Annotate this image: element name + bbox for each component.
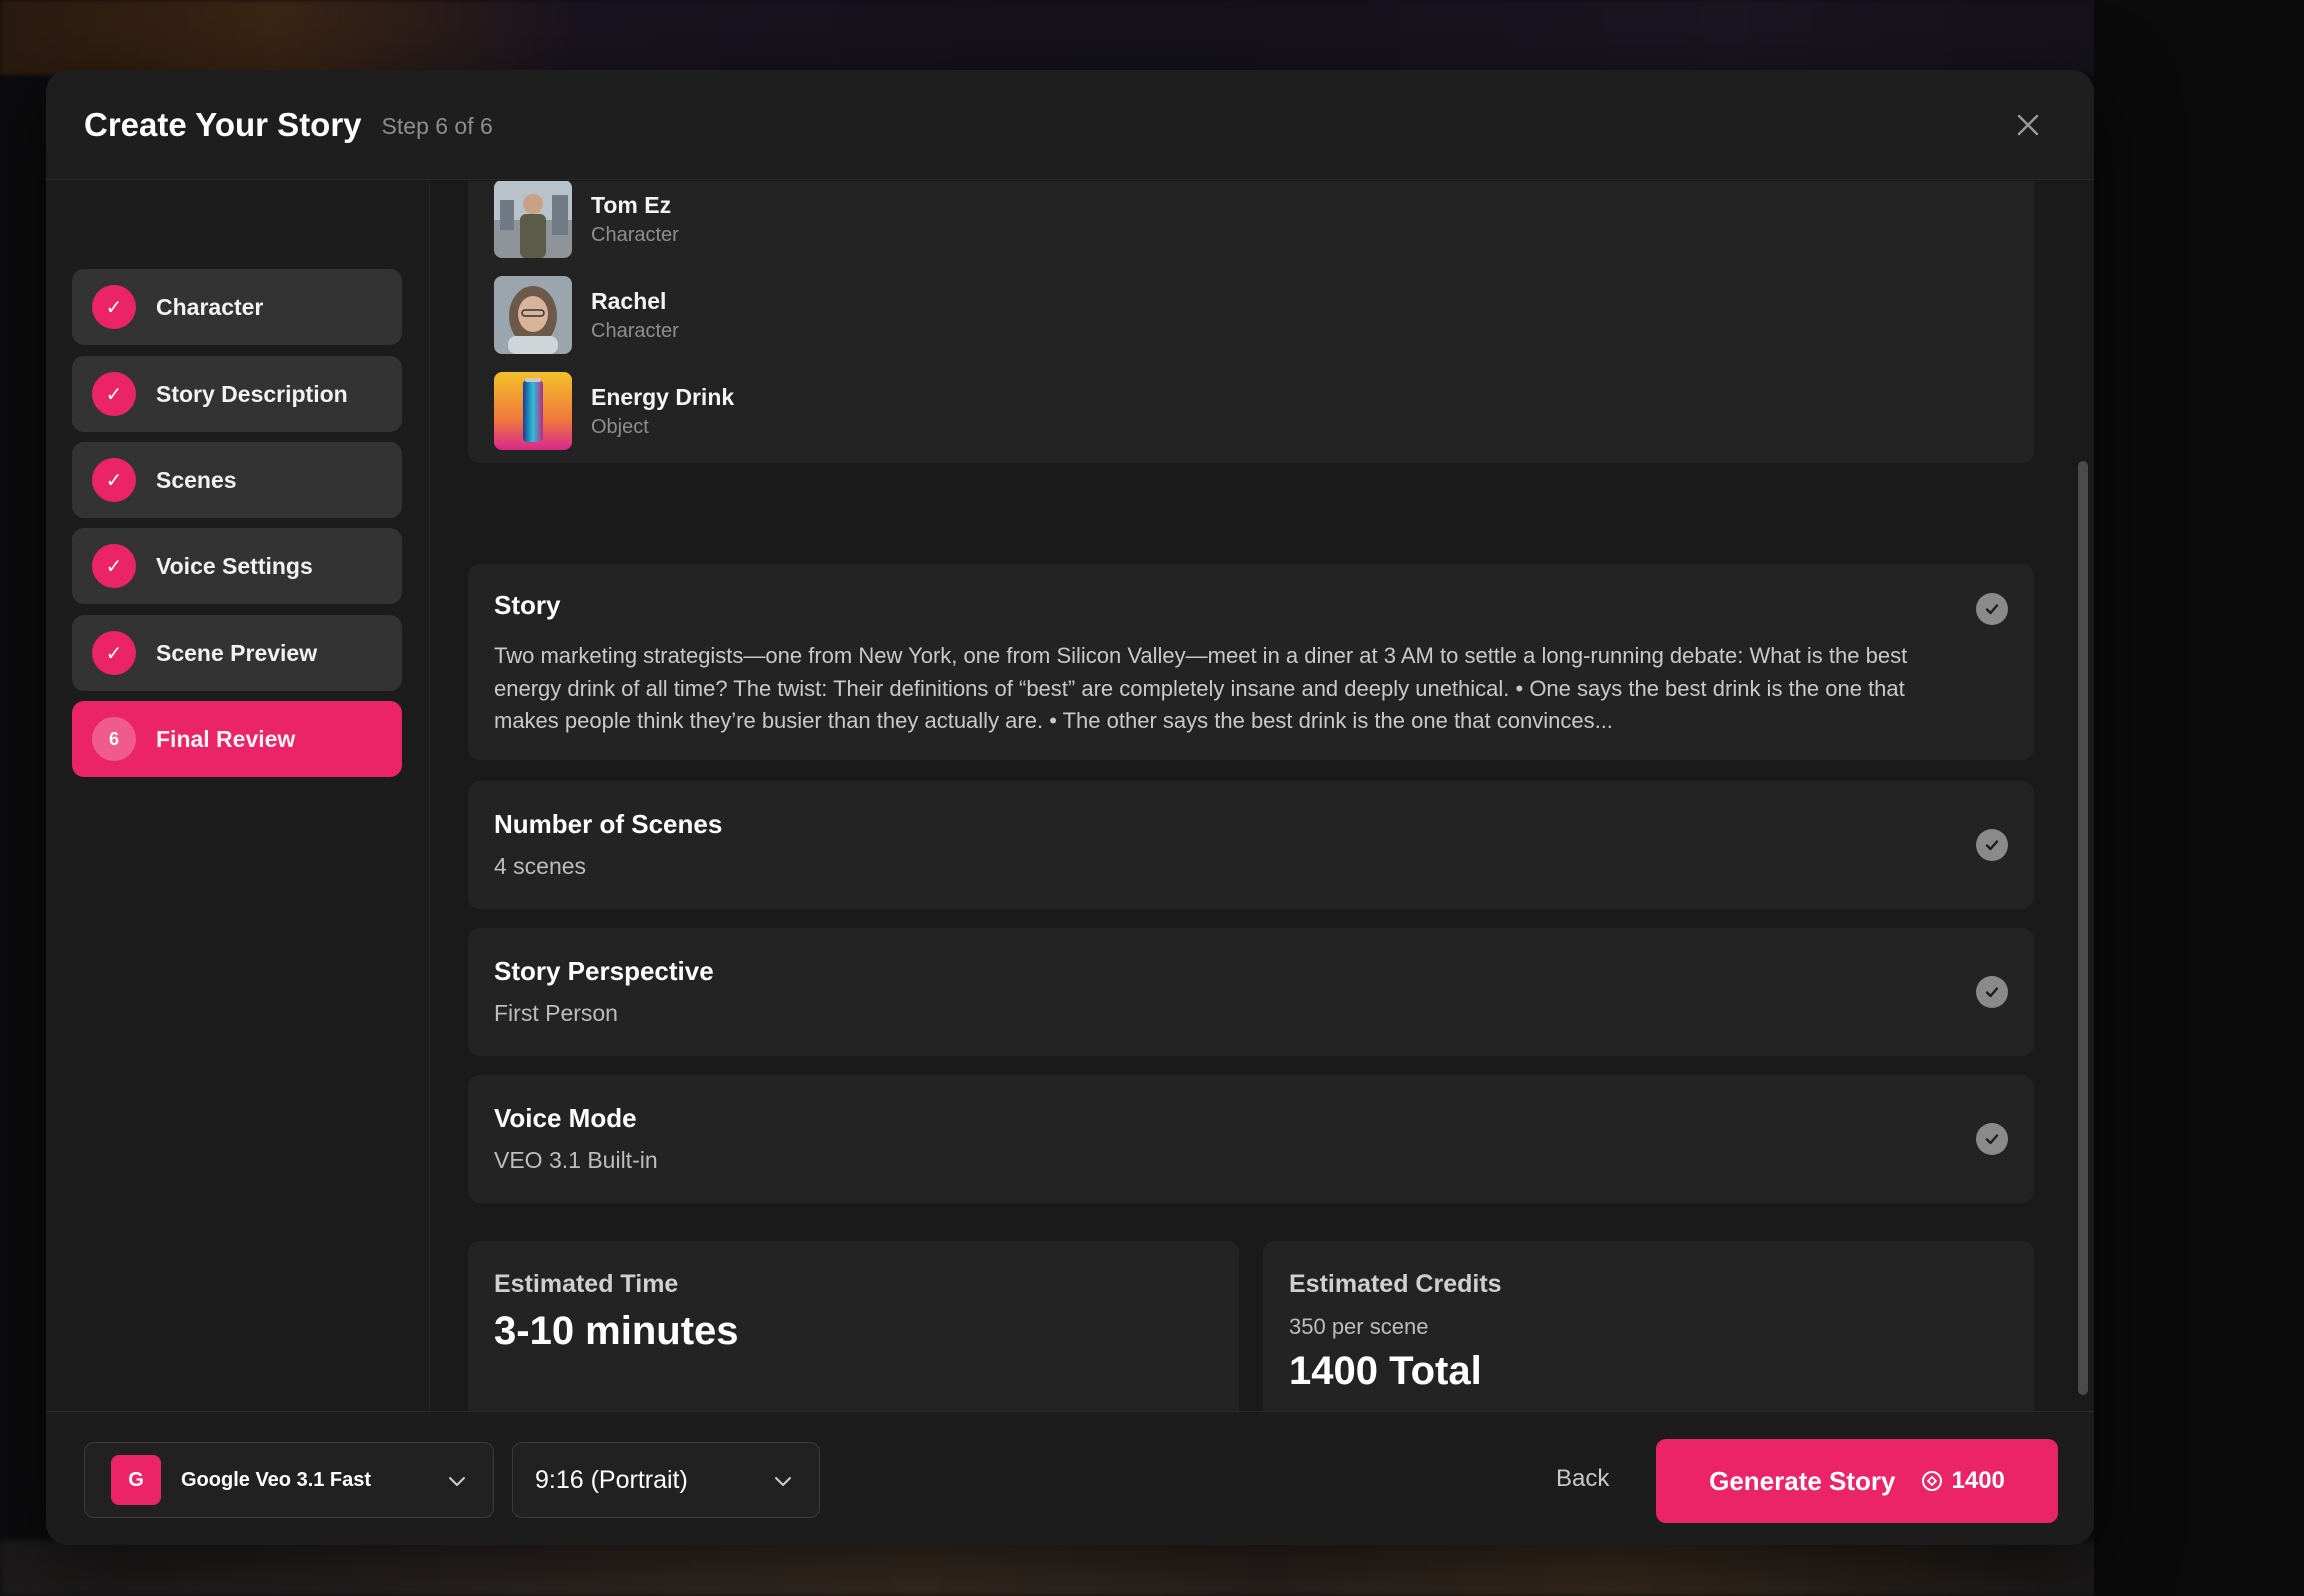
credits-per-scene: 350 per scene (1289, 1314, 1429, 1339)
check-icon (1976, 976, 2008, 1008)
sidebar-item-character[interactable]: ✓ Character (72, 269, 402, 345)
generate-story-button[interactable]: Generate Story 1400 (1656, 1439, 2058, 1523)
perspective-card: Story Perspective First Person (468, 928, 2034, 1056)
model-select[interactable]: G Google Veo 3.1 Fast (84, 1442, 494, 1518)
sidebar-item-label: Scene Preview (156, 639, 318, 666)
credits-total: 1400 Total (1289, 1349, 1482, 1393)
modal-header: Create Your Story Step 6 of 6 (46, 70, 2094, 180)
model-label: Google Veo 3.1 Fast (181, 1468, 372, 1491)
check-icon: ✓ (92, 631, 136, 675)
scenes-value: 4 scenes (494, 853, 587, 879)
review-content[interactable]: Tom Ez Character Rachel Character Energy… (431, 181, 2094, 1411)
sidebar-item-scene-preview[interactable]: ✓ Scene Preview (72, 615, 402, 691)
sidebar-item-label: Final Review (156, 725, 296, 752)
asset-item: Rachel Character (494, 276, 679, 354)
step-indicator: Step 6 of 6 (381, 112, 493, 139)
product-thumbnail (494, 372, 572, 450)
check-icon: ✓ (92, 285, 136, 329)
credit-cost: 1400 (1920, 1467, 2005, 1495)
story-text: Two marketing strategists—one from New Y… (494, 643, 1908, 733)
sidebar-item-label: Story Description (156, 380, 348, 407)
close-icon (2017, 114, 2039, 136)
check-icon: ✓ (92, 372, 136, 416)
generate-label: Generate Story (1709, 1465, 1896, 1496)
story-card: Story Two marketing strategists—one from… (468, 564, 2034, 760)
sidebar-item-label: Scenes (156, 466, 237, 493)
avatar (494, 276, 572, 354)
perspective-value: First Person (494, 1000, 618, 1026)
check-icon (1976, 593, 2008, 625)
asset-name: Energy Drink (591, 383, 735, 410)
scenes-card: Number of Scenes 4 scenes (468, 781, 2034, 909)
background-app-sidebar (2094, 0, 2304, 1596)
modal-title: Create Your Story (84, 105, 362, 143)
voice-mode-value: VEO 3.1 Built-in (494, 1147, 658, 1173)
model-badge: G (111, 1455, 161, 1505)
background-app-nav (600, 28, 2300, 58)
sidebar-item-final-review[interactable]: 6 Final Review (72, 701, 402, 777)
check-icon (1976, 829, 2008, 861)
step-number: 6 (92, 717, 136, 761)
avatar (494, 181, 572, 258)
back-button[interactable]: Back (1556, 1454, 1609, 1504)
check-icon: ✓ (92, 544, 136, 588)
steps-sidebar: ✓ Character ✓ Story Description ✓ Scenes… (46, 181, 430, 1411)
section-title: Number of Scenes (494, 809, 723, 839)
chevron-down-icon (775, 1477, 791, 1486)
section-title: Voice Mode (494, 1103, 637, 1133)
estimated-credits-card: Estimated Credits 350 per scene 1400 Tot… (1263, 1241, 2034, 1411)
generate-credits: 1400 (1951, 1467, 2005, 1494)
modal-footer: G Google Veo 3.1 Fast 9:16 (Portrait) Ba… (46, 1411, 2094, 1545)
voice-mode-card: Voice Mode VEO 3.1 Built-in (468, 1075, 2034, 1203)
sidebar-item-scenes[interactable]: ✓ Scenes (72, 442, 402, 518)
sidebar-item-story-description[interactable]: ✓ Story Description (72, 356, 402, 432)
check-icon: ✓ (92, 458, 136, 502)
sidebar-item-label: Voice Settings (156, 552, 313, 579)
asset-type: Character (591, 223, 679, 246)
estimated-credits-label: Estimated Credits (1289, 1270, 1502, 1298)
section-title: Story (494, 590, 561, 620)
sidebar-item-voice-settings[interactable]: ✓ Voice Settings (72, 528, 402, 604)
assets-card: Tom Ez Character Rachel Character Energy… (468, 181, 2034, 463)
asset-type: Object (591, 415, 649, 438)
scrollbar[interactable] (2078, 461, 2088, 1395)
estimated-time-label: Estimated Time (494, 1270, 679, 1298)
background-app-gallery (0, 1540, 2304, 1596)
section-title: Story Perspective (494, 956, 714, 986)
asset-item: Energy Drink Object (494, 372, 734, 450)
credits-icon (1921, 1471, 1942, 1491)
asset-name: Rachel (591, 287, 667, 314)
estimated-time-value: 3-10 minutes (494, 1309, 739, 1353)
aspect-ratio-label: 9:16 (Portrait) (535, 1465, 688, 1494)
asset-type: Character (591, 319, 679, 342)
close-button[interactable] (2010, 107, 2046, 143)
asset-item: Tom Ez Character (494, 181, 679, 258)
chevron-down-icon (449, 1477, 465, 1486)
estimated-time-card: Estimated Time 3-10 minutes (468, 1241, 1239, 1411)
check-icon (1976, 1123, 2008, 1155)
asset-name: Tom Ez (591, 191, 672, 218)
create-story-modal: Create Your Story Step 6 of 6 ✓ Characte… (46, 70, 2094, 1545)
sidebar-item-label: Character (156, 293, 264, 320)
aspect-ratio-select[interactable]: 9:16 (Portrait) (512, 1442, 820, 1518)
